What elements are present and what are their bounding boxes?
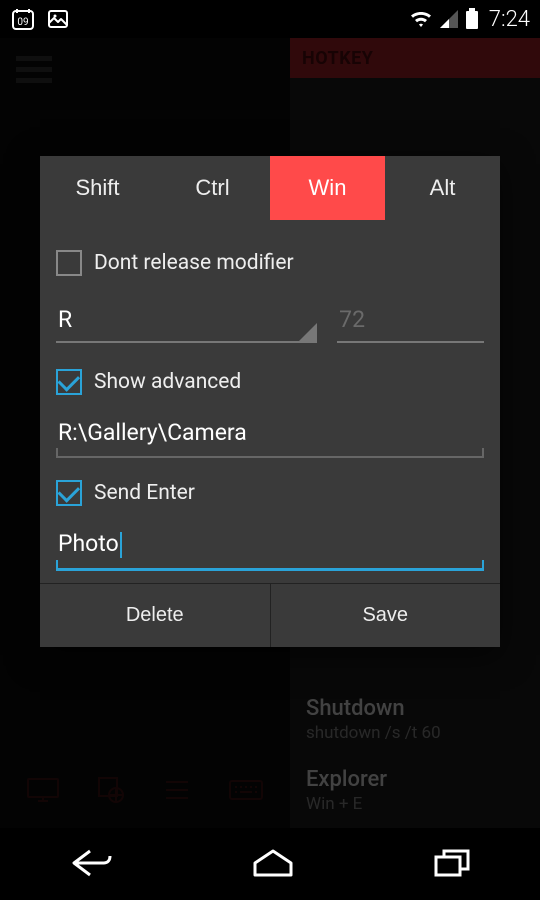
picture-icon <box>46 7 70 31</box>
delete-button[interactable]: Delete <box>40 584 270 647</box>
hotkey-dialog: Shift Ctrl Win Alt Dont release modifier… <box>40 156 500 647</box>
clock: 7:24 <box>489 7 530 32</box>
key-dropdown[interactable]: R <box>56 300 317 343</box>
show-advanced-label: Show advanced <box>94 370 241 394</box>
tab-shift[interactable]: Shift <box>40 156 155 220</box>
save-button[interactable]: Save <box>270 584 501 647</box>
svg-text:09: 09 <box>17 17 28 28</box>
send-enter-label: Send Enter <box>94 481 195 505</box>
calendar-icon: 09 <box>10 6 36 32</box>
tab-ctrl[interactable]: Ctrl <box>155 156 270 220</box>
wifi-icon <box>409 9 433 29</box>
name-input[interactable]: Photo <box>56 524 484 571</box>
text-caret <box>120 532 122 558</box>
home-button[interactable] <box>251 847 295 882</box>
back-button[interactable] <box>68 845 114 884</box>
dont-release-label: Dont release modifier <box>94 251 294 275</box>
modifier-tabs: Shift Ctrl Win Alt <box>40 156 500 220</box>
signal-icon <box>439 9 459 29</box>
recent-apps-button[interactable] <box>432 847 472 882</box>
tab-win[interactable]: Win <box>270 156 385 220</box>
send-enter-checkbox[interactable] <box>56 480 82 506</box>
show-advanced-checkbox[interactable] <box>56 369 82 395</box>
path-input[interactable]: R:\Gallery\Camera <box>56 413 484 458</box>
android-nav-bar <box>0 828 540 900</box>
dont-release-checkbox[interactable] <box>56 250 82 276</box>
keycode-field[interactable]: 72 <box>337 300 484 343</box>
tab-alt[interactable]: Alt <box>385 156 500 220</box>
status-bar: 09 7:24 <box>0 0 540 38</box>
battery-icon <box>465 8 479 30</box>
